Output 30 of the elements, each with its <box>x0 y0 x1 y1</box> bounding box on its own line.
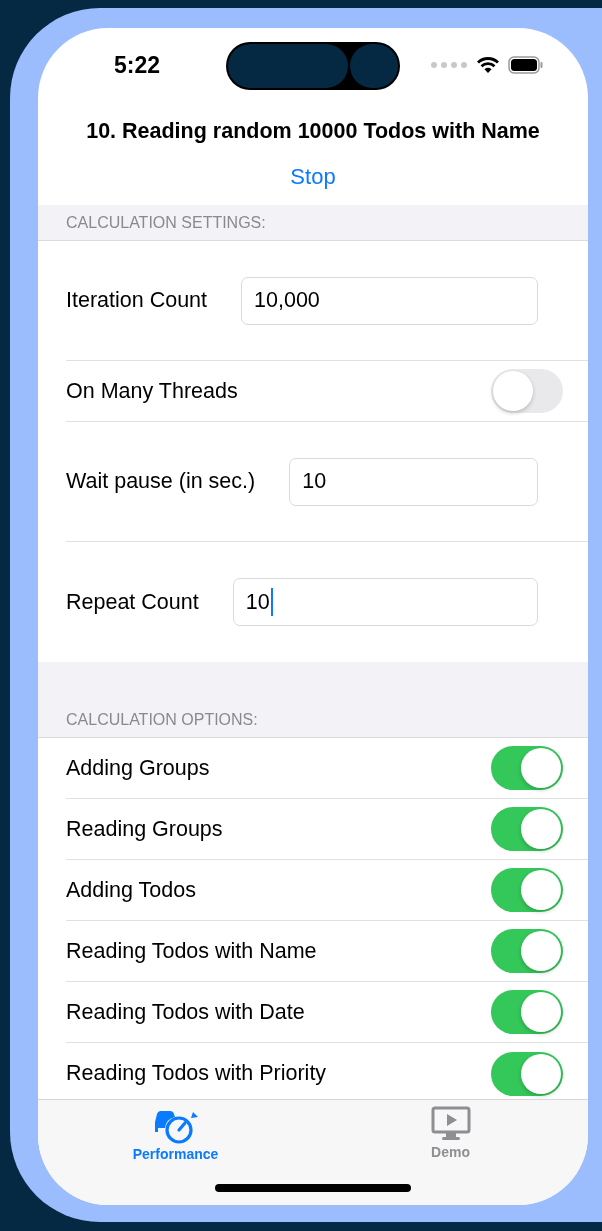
row-label: Reading Groups <box>66 816 223 842</box>
row-label: Adding Groups <box>66 755 210 781</box>
toggle-switch[interactable] <box>491 929 563 973</box>
input-field[interactable]: 10,000 <box>241 276 538 325</box>
wifi-icon <box>476 56 500 74</box>
input-field[interactable]: 10 <box>232 578 538 626</box>
section-header: CALCULATION OPTIONS: <box>66 711 258 729</box>
screen-title: 10. Reading random 10000 Todos with Name <box>86 119 540 144</box>
section-header: CALCULATION SETTINGS: <box>66 213 266 232</box>
row-label: Reading Todos with Priority <box>66 1061 327 1086</box>
toggle-switch[interactable] <box>491 1051 563 1096</box>
status-time: 5:22 <box>114 52 161 79</box>
toggle-switch[interactable] <box>491 807 563 851</box>
tab-bar-item[interactable]: Performance <box>38 1100 313 1162</box>
stop-button[interactable]: Stop <box>290 164 336 190</box>
row-label: Adding Todos <box>66 877 196 903</box>
signal-icon <box>430 61 468 69</box>
row-label: Reading Todos with Date <box>66 999 305 1025</box>
toggle-switch[interactable] <box>491 990 563 1034</box>
row-label: Wait pause (in sec.) <box>66 469 256 494</box>
toggle-switch[interactable] <box>491 746 563 790</box>
toggle-switch[interactable] <box>491 868 563 912</box>
monitor-play-icon <box>430 1106 471 1142</box>
row-label: Reading Todos with Name <box>66 938 317 964</box>
toggle-switch[interactable] <box>491 369 563 413</box>
row-label: Iteration Count <box>66 288 208 313</box>
row-label: On Many Threads <box>66 378 238 404</box>
row-label: Repeat Count <box>66 589 199 615</box>
battery-icon <box>508 56 544 74</box>
input-field[interactable]: 10 <box>289 457 538 506</box>
